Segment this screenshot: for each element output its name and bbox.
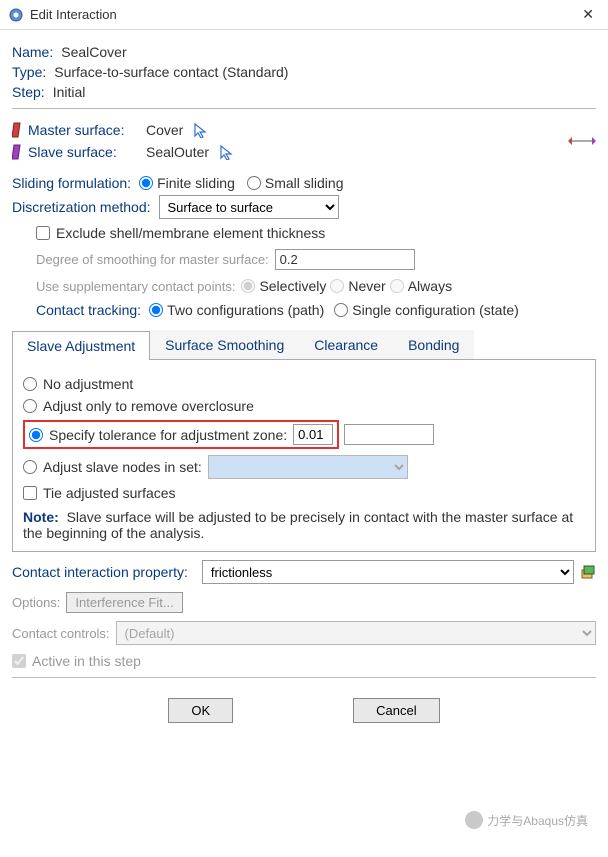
radio-single-config[interactable]: Single configuration (state) (334, 302, 519, 318)
supplementary-label: Use supplementary contact points: (36, 279, 235, 294)
slave-icon (12, 143, 22, 161)
tab-clearance[interactable]: Clearance (299, 330, 393, 359)
radio-always: Always (390, 278, 452, 294)
slave-surface-label: Slave surface: (28, 144, 138, 160)
close-button[interactable]: ✕ (576, 6, 600, 23)
note-text: Slave surface will be adjusted to be pre… (23, 509, 573, 541)
swap-surfaces-icon[interactable] (568, 132, 596, 150)
tabs: Slave Adjustment Surface Smoothing Clear… (12, 330, 596, 360)
tab-slave-adjustment[interactable]: Slave Adjustment (12, 331, 150, 360)
cursor-icon[interactable] (219, 144, 235, 160)
adjust-nodes-select (208, 455, 408, 479)
radio-adjust-nodes[interactable]: Adjust slave nodes in set: (23, 455, 585, 479)
contact-controls-label: Contact controls: (12, 626, 110, 641)
type-value: Surface-to-surface contact (Standard) (54, 64, 288, 80)
app-icon (8, 7, 24, 23)
ok-button[interactable]: OK (168, 698, 233, 723)
interference-fit-button: Interference Fit... (66, 592, 182, 613)
tab-surface-smoothing[interactable]: Surface Smoothing (150, 330, 299, 359)
radio-small-sliding[interactable]: Small sliding (247, 175, 344, 191)
exclude-checkbox[interactable]: Exclude shell/membrane element thickness (36, 225, 596, 241)
tab-bonding[interactable]: Bonding (393, 330, 474, 359)
titlebar: Edit Interaction ✕ (0, 0, 608, 30)
note-label: Note: (23, 509, 59, 525)
sliding-label: Sliding formulation: (12, 175, 131, 191)
master-icon (12, 121, 22, 139)
master-surface-value: Cover (146, 122, 183, 138)
radio-remove-overclosure[interactable]: Adjust only to remove overclosure (23, 398, 585, 414)
name-label: Name: (12, 44, 53, 60)
watermark: 力学与Abaqus仿真 (465, 811, 588, 829)
radio-never: Never (330, 278, 385, 294)
step-label: Step: (12, 84, 45, 100)
name-value: SealCover (61, 44, 126, 60)
radio-finite-sliding[interactable]: Finite sliding (139, 175, 235, 191)
window-title: Edit Interaction (30, 7, 576, 22)
tracking-label: Contact tracking: (36, 302, 141, 318)
contact-prop-label: Contact interaction property: (12, 564, 188, 580)
cursor-icon[interactable] (193, 122, 209, 138)
tolerance-input-ext[interactable] (344, 424, 434, 445)
edit-property-icon[interactable] (580, 564, 596, 580)
radio-selectively: Selectively (241, 278, 326, 294)
radio-two-config[interactable]: Two configurations (path) (149, 302, 324, 318)
specify-tol-label: Specify tolerance for adjustment zone: (49, 427, 287, 443)
contact-prop-select[interactable]: frictionless (202, 560, 574, 584)
slave-surface-value: SealOuter (146, 144, 209, 160)
discretization-select[interactable]: Surface to surface (159, 195, 339, 219)
cancel-button[interactable]: Cancel (353, 698, 439, 723)
discretization-label: Discretization method: (12, 199, 151, 215)
tie-checkbox[interactable]: Tie adjusted surfaces (23, 485, 585, 501)
type-label: Type: (12, 64, 46, 80)
tolerance-input[interactable] (293, 424, 333, 445)
radio-no-adjustment[interactable]: No adjustment (23, 376, 585, 392)
smoothing-input (275, 249, 415, 270)
smoothing-label: Degree of smoothing for master surface: (36, 252, 269, 267)
master-surface-label: Master surface: (28, 122, 138, 138)
contact-controls-select: (Default) (116, 621, 596, 645)
options-label: Options: (12, 595, 60, 610)
active-checkbox: Active in this step (12, 653, 596, 669)
radio-specify-tolerance[interactable] (29, 428, 43, 442)
step-value: Initial (53, 84, 86, 100)
